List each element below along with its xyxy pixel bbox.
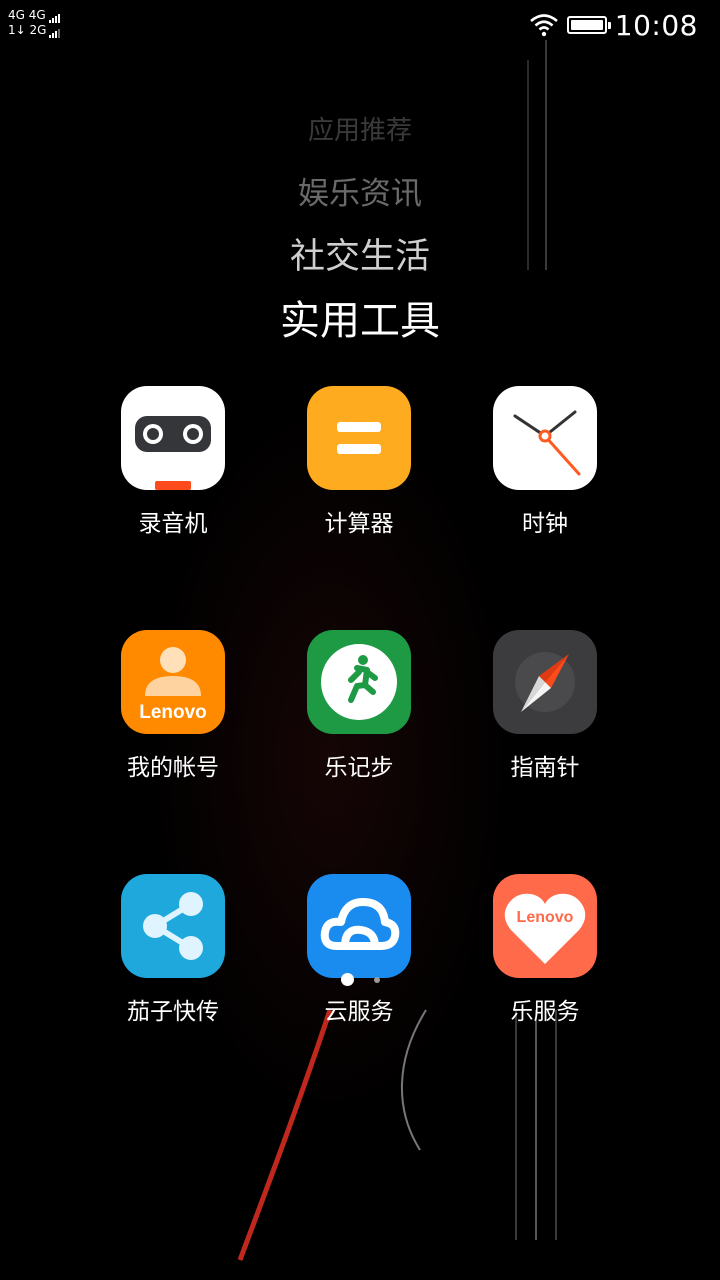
app-my-account[interactable]: Lenovo 我的帐号	[80, 630, 266, 782]
app-label: 云服务	[324, 999, 394, 1025]
cloud-service-icon	[307, 874, 411, 978]
app-compass[interactable]: 指南针	[452, 630, 638, 782]
app-step-counter[interactable]: 乐记步	[266, 630, 452, 782]
right-status-group: 10:08	[529, 8, 698, 42]
signal-label-line1: 4G 4G	[8, 8, 46, 22]
battery-icon	[566, 16, 611, 34]
step-counter-icon	[307, 630, 411, 734]
app-clock[interactable]: 时钟	[452, 386, 638, 538]
app-label: 指南针	[510, 755, 580, 781]
app-quick-share[interactable]: 茄子快传	[80, 874, 266, 1026]
app-recorder[interactable]: 录音机	[80, 386, 266, 538]
app-lenovo-service[interactable]: Lenovo 乐服务	[452, 874, 638, 1026]
page-indicator	[0, 973, 720, 986]
wifi-icon	[529, 14, 558, 37]
app-label: 录音机	[138, 511, 208, 537]
category-utilities-selected[interactable]: 实用工具	[0, 288, 720, 346]
category-entertainment[interactable]: 娱乐资讯	[0, 168, 720, 213]
recorder-icon	[121, 386, 225, 490]
share-icon	[121, 874, 225, 978]
app-label: 乐服务	[510, 999, 580, 1025]
category-app-recommend[interactable]: 应用推荐	[0, 110, 720, 147]
app-grid: 录音机 计算器 时钟 Lenovo 我的帐号 乐记步 指南针 茄子快传 云服务 …	[80, 386, 640, 1026]
lenovo-logo-text: Lenovo	[139, 702, 207, 723]
compass-icon	[493, 630, 597, 734]
app-label: 茄子快传	[127, 999, 219, 1025]
signal-bars-icon	[48, 14, 60, 23]
app-label: 时钟	[522, 511, 568, 537]
app-label: 我的帐号	[127, 755, 219, 781]
status-bar: 4G 4G 1↓ 2G 10:08	[0, 0, 720, 50]
calculator-icon	[307, 386, 411, 490]
lenovo-service-icon: Lenovo	[493, 874, 597, 978]
app-calculator[interactable]: 计算器	[266, 386, 452, 538]
app-label: 乐记步	[324, 755, 394, 781]
home-screen: 4G 4G 1↓ 2G 10:08 应用推荐 娱乐资讯 社交生活 实用工具 录音…	[0, 0, 720, 1280]
cellular-signal: 4G 4G 1↓ 2G	[8, 8, 61, 38]
app-cloud-service[interactable]: 云服务	[266, 874, 452, 1026]
status-time: 10:08	[614, 8, 698, 42]
category-social-life[interactable]: 社交生活	[0, 228, 720, 279]
page-dot-active[interactable]	[340, 973, 354, 986]
signal-bars-icon	[49, 29, 61, 38]
page-dot[interactable]	[373, 976, 380, 983]
lenovo-logo-text: Lenovo	[517, 909, 574, 926]
app-label: 计算器	[324, 511, 394, 537]
clock-icon	[493, 386, 597, 490]
signal-label-line2: 1↓ 2G	[8, 23, 47, 37]
lenovo-account-icon: Lenovo	[121, 630, 225, 734]
